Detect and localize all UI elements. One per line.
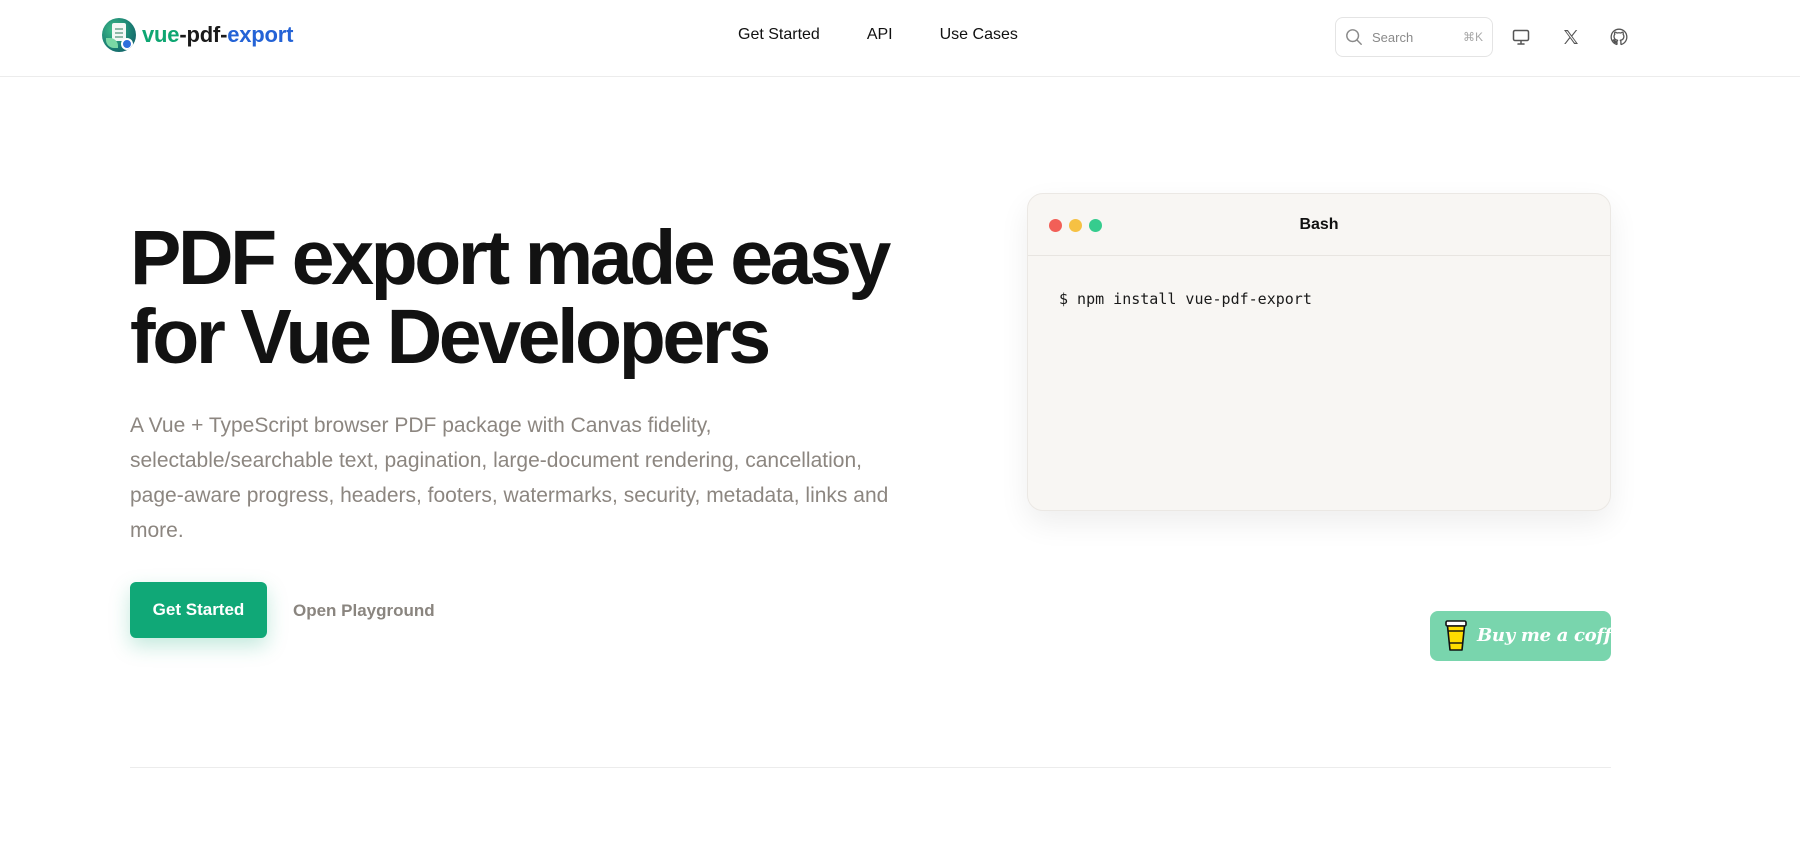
terminal-title: Bash: [1299, 216, 1339, 233]
coffee-cup-icon: [1445, 620, 1467, 651]
open-playground-link[interactable]: Open Playground: [293, 601, 435, 621]
get-started-button[interactable]: Get Started: [130, 582, 267, 638]
monitor-icon[interactable]: [1511, 27, 1531, 47]
hero-description: A Vue + TypeScript browser PDF package w…: [130, 414, 889, 542]
install-command[interactable]: $ npm install vue-pdf-export: [1059, 290, 1312, 308]
logo-icon: [102, 18, 136, 52]
buy-me-a-coffee-button[interactable]: Buy me a coffee: [1430, 611, 1634, 661]
hero-title-line1: PDF export made easy: [130, 215, 891, 301]
coffee-label: Buy me a coffee: [1477, 625, 1634, 646]
nav-use-cases[interactable]: Use Cases: [940, 26, 1018, 44]
search-button[interactable]: Search ⌘K: [1335, 17, 1493, 57]
brand-home-link[interactable]: vue-pdf-export: [102, 18, 293, 52]
search-icon: [1346, 29, 1362, 45]
x-logo-icon[interactable]: [1561, 27, 1581, 47]
nav-api[interactable]: API: [867, 26, 893, 44]
terminal-window: Bash $ npm install vue-pdf-export: [1027, 193, 1611, 511]
search-shortcut: ⌘K: [1462, 30, 1483, 44]
hero-title-line2: for Vue Developers: [130, 294, 771, 380]
hero-title: PDF export made easy for Vue Developers: [130, 219, 891, 380]
brand-name: vue-pdf-export: [142, 22, 294, 47]
top-navigation-bar: vue-pdf-export Get Started API Use Cases…: [0, 0, 1800, 77]
main-nav: Get Started API Use Cases: [738, 26, 1065, 44]
section-divider: [130, 767, 1611, 768]
terminal-titlebar: Bash: [1028, 194, 1610, 256]
nav-get-started[interactable]: Get Started: [738, 26, 820, 44]
search-placeholder: Search: [1372, 30, 1414, 45]
github-icon[interactable]: [1609, 27, 1629, 47]
